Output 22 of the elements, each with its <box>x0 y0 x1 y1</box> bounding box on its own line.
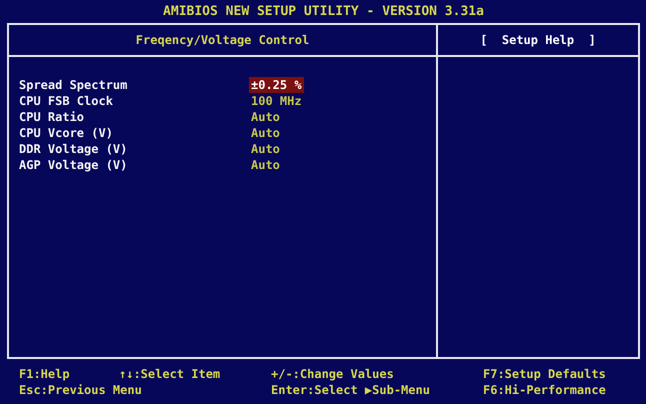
setting-value[interactable]: Auto <box>249 141 282 157</box>
key-hint: F7:Setup Defaults <box>483 366 607 382</box>
setting-label[interactable]: CPU FSB Clock <box>19 93 249 109</box>
setting-value[interactable]: Auto <box>249 125 282 141</box>
key-hint: +/-:Change Values <box>271 366 395 382</box>
panel-title: Freqency/Voltage Control <box>136 33 310 47</box>
setting-value[interactable]: ±0.25 % <box>249 77 304 93</box>
setting-value[interactable]: Auto <box>249 109 282 125</box>
help-panel-title: [ Setup Help ] <box>480 33 596 47</box>
key-hint: ↑↓:Select Item <box>119 366 222 382</box>
setting-label[interactable]: CPU Ratio <box>19 109 249 125</box>
key-hint: Esc:Previous Menu <box>19 382 143 398</box>
window-title: AMIBIOS NEW SETUP UTILITY - VERSION 3.31a <box>163 4 484 19</box>
setting-label[interactable]: CPU Vcore (V) <box>19 125 249 141</box>
key-hint: Enter:Select ▶Sub-Menu <box>271 382 431 398</box>
setting-value[interactable]: Auto <box>249 157 282 173</box>
setting-label[interactable]: DDR Voltage (V) <box>19 141 249 157</box>
setting-label[interactable]: Spread Spectrum <box>19 77 249 93</box>
key-hint: F6:Hi-Performance <box>483 382 607 398</box>
setting-value[interactable]: 100 MHz <box>249 93 304 109</box>
key-hint: F1:Help <box>19 366 71 382</box>
setting-label[interactable]: AGP Voltage (V) <box>19 157 249 173</box>
